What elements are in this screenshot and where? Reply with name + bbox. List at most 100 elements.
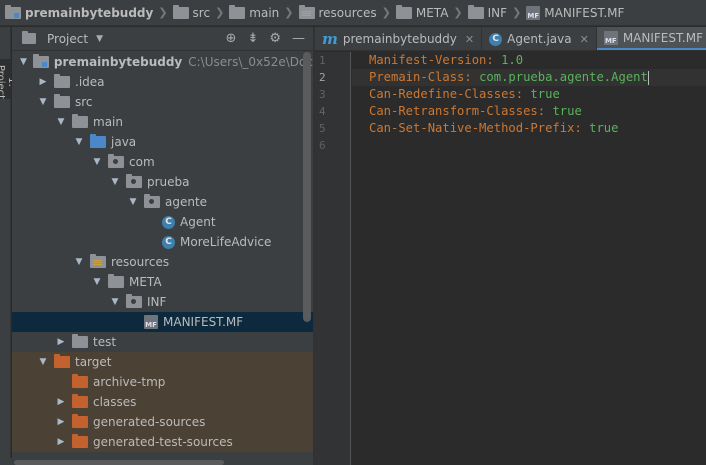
chevron-right-icon[interactable]: ▶ — [56, 337, 66, 347]
minimize-icon[interactable]: — — [292, 31, 305, 46]
tab-agent-java[interactable]: C Agent.java ✕ — [482, 27, 597, 50]
chevron-down-icon[interactable]: ▼ — [20, 57, 27, 67]
tree-item-label: .idea — [75, 75, 105, 89]
chevron-right-icon: ❯ — [453, 6, 463, 19]
chevron-right-icon[interactable]: ▶ — [56, 397, 66, 407]
collapse-icon[interactable]: ⇟ — [247, 31, 258, 46]
project-view-selector[interactable]: Project — [47, 32, 88, 46]
breadcrumb-item-project[interactable]: premainbytebuddy — [2, 0, 156, 25]
close-icon[interactable]: ✕ — [580, 33, 589, 46]
tree-row[interactable]: ▶ archive-tmp — [12, 372, 313, 392]
module-folder-icon — [32, 54, 49, 68]
tree-item-label: prueba — [147, 175, 190, 189]
tree-row[interactable]: ▶ .idea — [12, 72, 313, 92]
chevron-down-icon[interactable]: ▼ — [74, 257, 84, 267]
tree-row[interactable]: ▼ src — [12, 92, 313, 112]
manifest-value: true — [581, 121, 619, 135]
breadcrumb-label: main — [249, 5, 280, 20]
chevron-down-icon[interactable]: ▼ — [92, 277, 102, 287]
tab-manifest-mf[interactable]: MF MANIFEST.MF ✕ — [596, 27, 706, 50]
tree-row[interactable]: ▼ resources — [12, 252, 313, 272]
tree-row[interactable]: ▶ MF MANIFEST.MF — [12, 312, 313, 332]
code-line[interactable]: Can-Redefine-Classes: true — [352, 86, 706, 103]
text-caret — [647, 70, 649, 85]
editor-text-area[interactable]: Manifest-Version: 1.0 Premain-Class: com.… — [352, 52, 706, 465]
breadcrumb-item-resources[interactable]: resources — [296, 0, 380, 25]
tree-horizontal-scrollbar[interactable] — [14, 460, 224, 465]
class-icon: C — [162, 215, 175, 229]
chevron-down-icon[interactable]: ▼ — [38, 97, 48, 107]
package-icon — [126, 174, 142, 188]
tree-row[interactable]: ▶ generated-test-sources — [12, 432, 313, 452]
chevron-right-icon: ❯ — [284, 6, 294, 19]
tree-row[interactable]: ▶ C Agent — [12, 212, 313, 232]
tree-row[interactable]: ▶ generated-sources — [12, 412, 313, 432]
breadcrumb-item-main[interactable]: main — [226, 0, 282, 25]
tree-item-label: java — [111, 135, 137, 149]
tree-item-label: src — [75, 95, 93, 109]
chevron-right-icon[interactable]: ▶ — [56, 417, 66, 427]
code-line[interactable]: Premain-Class: com.prueba.agente.Agent — [352, 69, 706, 86]
resources-folder-icon — [298, 4, 315, 19]
folder-icon — [54, 74, 70, 88]
chevron-down-icon[interactable]: ▼ — [110, 177, 120, 187]
tree-row[interactable]: ▼ INF — [12, 292, 313, 312]
chevron-right-icon: ❯ — [158, 6, 168, 19]
target-icon[interactable]: ⊕ — [226, 31, 237, 46]
chevron-down-icon[interactable]: ▼ — [56, 117, 66, 127]
chevron-right-icon[interactable]: ▶ — [38, 77, 48, 87]
tab-premainbytebuddy[interactable]: m premainbytebuddy ✕ — [315, 27, 483, 50]
line-number: 6 — [319, 139, 326, 152]
tree-row[interactable]: ▼ target — [12, 352, 313, 372]
manifest-key: Can-Set-Native-Method-Prefix: — [369, 121, 582, 135]
chevron-down-icon[interactable]: ▼ — [92, 157, 102, 167]
excluded-folder-icon — [72, 434, 88, 448]
breadcrumb-item-manifest[interactable]: MF MANIFEST.MF — [523, 0, 627, 25]
package-icon — [108, 154, 124, 168]
tree-row[interactable]: ▼ META — [12, 272, 313, 292]
tree-row[interactable]: ▼ com — [12, 152, 313, 172]
chevron-right-icon[interactable]: ▶ — [56, 437, 66, 447]
breadcrumb-item-src[interactable]: src — [170, 0, 214, 25]
breadcrumb-item-inf[interactable]: INF — [465, 0, 510, 25]
code-line[interactable]: Manifest-Version: 1.0 — [352, 52, 706, 69]
source-folder-icon — [90, 134, 106, 148]
folder-icon — [467, 4, 484, 19]
tree-row[interactable]: ▶ C MoreLifeAdvice — [12, 232, 313, 252]
tree-item-label: generated-test-sources — [93, 435, 233, 449]
project-path: C:\Users\_0x52e\Documents\ — [188, 55, 313, 69]
code-line[interactable]: Can-Retransform-Classes: true — [352, 103, 706, 120]
folder-icon — [172, 4, 189, 19]
gear-icon[interactable]: ⚙ — [269, 31, 281, 46]
chevron-down-icon[interactable]: ▼ — [128, 197, 138, 207]
breadcrumb-label: INF — [487, 5, 508, 20]
folder-icon — [72, 334, 88, 348]
tree-row[interactable]: ▶ classes — [12, 392, 313, 412]
tree-item-label: generated-sources — [93, 415, 206, 429]
chevron-down-icon[interactable]: ▼ — [110, 297, 120, 307]
code-line[interactable]: Can-Set-Native-Method-Prefix: true — [352, 120, 706, 137]
chevron-down-icon[interactable]: ▼ — [38, 357, 48, 367]
code-line[interactable] — [352, 137, 706, 154]
class-icon: C — [162, 235, 175, 249]
tree-row[interactable]: ▼ prueba — [12, 172, 313, 192]
project-panel: Project ▼ ⊕ ⇟ ⚙ — ▼ premainbytebuddy C:\Us… — [12, 27, 313, 465]
tree-item-label: META — [129, 275, 162, 289]
tree-row[interactable]: ▼ agente — [12, 192, 313, 212]
excluded-folder-icon — [72, 394, 88, 408]
tree-row[interactable]: ▶ test — [12, 332, 313, 352]
breadcrumb-item-meta[interactable]: META — [393, 0, 452, 25]
tree-vertical-scrollbar[interactable] — [303, 52, 311, 322]
tree-row[interactable]: ▼ java — [12, 132, 313, 152]
close-icon[interactable]: ✕ — [465, 33, 474, 46]
tree-item-label: com — [129, 155, 155, 169]
breadcrumb-label: resources — [318, 5, 377, 20]
tree-item-label: agente — [165, 195, 208, 209]
chevron-down-icon[interactable]: ▼ — [74, 137, 84, 147]
tool-window-strip: 1: Project — [0, 27, 17, 465]
tab-label: MANIFEST.MF — [622, 30, 703, 45]
chevron-down-icon[interactable]: ▼ — [96, 34, 103, 44]
tree-item-label: archive-tmp — [93, 375, 166, 389]
tree-row[interactable]: ▼ premainbytebuddy C:\Users\_0x52e\Documen… — [12, 52, 313, 72]
tree-row[interactable]: ▼ main — [12, 112, 313, 132]
